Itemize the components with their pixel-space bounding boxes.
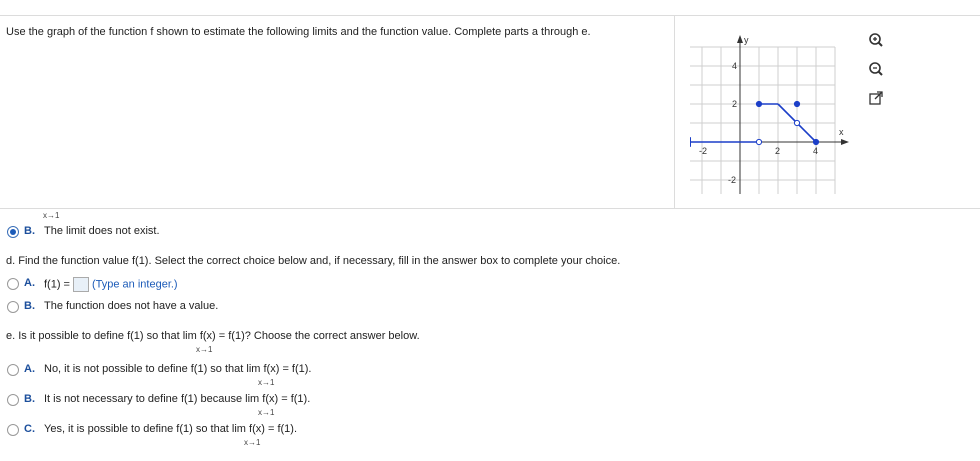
zoom-out-icon[interactable] (867, 60, 885, 78)
graph-left-arrow (690, 137, 691, 147)
part-d-option-b-text: The function does not have a value. (44, 300, 219, 312)
x-tick-label: -2 (699, 146, 707, 156)
option-a-subscript: x→1 (258, 378, 275, 387)
graph-segment (777, 103, 798, 124)
part-e-option-c-text: Yes, it is possible to define f(1) so th… (44, 423, 297, 435)
part-e-option-b-letter: B. (24, 393, 35, 405)
function-graph: yx -2 2 442-2 (690, 35, 849, 194)
part-c-option-b-text: The limit does not exist. (44, 225, 160, 237)
option-a-pre: No, it is not possible to define f(1) so… (44, 363, 261, 375)
answer-hint: (Type an integer.) (91, 278, 178, 291)
open-point (755, 138, 763, 146)
x-axis-label: x (839, 127, 844, 137)
graph-divider (674, 16, 675, 208)
graph-grid (690, 46, 836, 194)
x-axis-arrow (841, 139, 849, 145)
part-d-option-b-radio[interactable] (7, 301, 19, 313)
part-e-option-c-letter: C. (24, 423, 35, 435)
part-e-option-b-text: It is not necessary to define f(1) becau… (44, 393, 310, 405)
part-e-question: e. Is it possible to define f(1) so that… (6, 330, 420, 342)
part-d-option-a-prefix: f(1) = (44, 278, 70, 291)
zoom-in-icon[interactable] (867, 31, 885, 49)
top-divider (0, 15, 980, 16)
option-c-post: f(x) = f(1). (249, 423, 298, 435)
closed-point (812, 138, 820, 146)
section-divider (0, 208, 980, 209)
closed-point (755, 100, 763, 108)
x-tick-label: 2 (775, 146, 780, 156)
part-e-question-post: f(x) = f(1)? Choose the correct answer b… (199, 330, 420, 342)
limit-subscript: x→1 (43, 211, 60, 220)
answer-input-box[interactable] (72, 277, 89, 292)
part-c-option-b-letter: B. (24, 225, 35, 237)
part-e-option-c-radio[interactable] (7, 424, 19, 436)
y-tick-label: 4 (732, 61, 737, 71)
option-c-subscript: x→1 (244, 438, 261, 447)
option-b-pre: It is not necessary to define f(1) becau… (44, 393, 260, 405)
part-e-option-b-radio[interactable] (7, 394, 19, 406)
option-a-post: f(x) = f(1). (263, 363, 312, 375)
part-e-option-a-letter: A. (24, 363, 35, 375)
y-tick-label: 2 (732, 99, 737, 109)
part-e-question-pre: e. Is it possible to define f(1) so that… (6, 330, 197, 342)
part-c-option-b-radio[interactable] (7, 226, 19, 238)
y-tick-label: -2 (728, 175, 736, 185)
open-point (793, 119, 801, 127)
option-b-subscript: x→1 (258, 408, 275, 417)
graph-axes: yx (690, 35, 849, 194)
part-d-option-a-letter: A. (24, 277, 35, 289)
popout-icon[interactable] (867, 89, 885, 107)
y-axis-label: y (744, 35, 749, 45)
part-d-option-a-radio[interactable] (7, 278, 19, 290)
closed-point (793, 100, 801, 108)
option-b-post: f(x) = f(1). (262, 393, 311, 405)
y-axis-arrow (737, 35, 743, 43)
instruction-text: Use the graph of the function f shown to… (6, 26, 591, 38)
part-d-option-a: f(1) = (Type an integer.) (44, 277, 178, 292)
part-e-limit-subscript: x→1 (196, 345, 213, 354)
part-d-question: d. Find the function value f(1). Select … (6, 255, 621, 267)
graph-segment (796, 122, 817, 143)
option-c-pre: Yes, it is possible to define f(1) so th… (44, 423, 246, 435)
part-e-option-a-text: No, it is not possible to define f(1) so… (44, 363, 311, 375)
x-tick-label: 4 (813, 146, 818, 156)
part-e-option-a-radio[interactable] (7, 364, 19, 376)
part-d-option-b-letter: B. (24, 300, 35, 312)
graph-curve (690, 100, 820, 147)
